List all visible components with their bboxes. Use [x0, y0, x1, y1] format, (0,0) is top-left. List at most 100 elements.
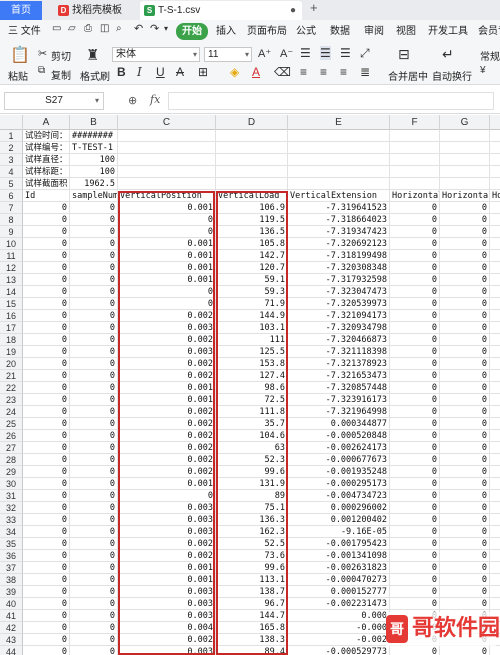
cell[interactable] [440, 166, 490, 178]
cell[interactable]: 0 [390, 478, 440, 490]
cell[interactable]: 0 [390, 310, 440, 322]
formula-input[interactable] [168, 92, 494, 110]
cell[interactable]: 153.8 [216, 358, 288, 370]
cell[interactable]: 0 [490, 406, 500, 418]
cell[interactable]: 0 [23, 646, 70, 655]
cell[interactable]: 0.000 [288, 610, 390, 622]
cell[interactable]: 0 [390, 550, 440, 562]
cell[interactable]: 0 [70, 610, 118, 622]
cell[interactable]: 0.002 [118, 418, 216, 430]
cell[interactable]: -0.001341098 [288, 550, 390, 562]
cell[interactable]: 0 [440, 598, 490, 610]
cell[interactable]: 0 [390, 358, 440, 370]
cell[interactable]: 0 [440, 382, 490, 394]
cell[interactable]: 0 [23, 502, 70, 514]
cell[interactable] [118, 178, 216, 190]
cell[interactable] [490, 178, 500, 190]
cell[interactable]: 0 [440, 274, 490, 286]
cell[interactable]: 0 [23, 466, 70, 478]
cell[interactable]: 0.002 [118, 466, 216, 478]
cell[interactable]: 0 [118, 214, 216, 226]
cell[interactable]: 0 [490, 334, 500, 346]
cell[interactable]: 0 [70, 358, 118, 370]
cell[interactable]: 0 [490, 274, 500, 286]
cell[interactable]: 0 [490, 286, 500, 298]
cell[interactable]: 0 [70, 538, 118, 550]
undo-icon[interactable]: ↶ [134, 22, 143, 35]
cell[interactable]: 131.9 [216, 478, 288, 490]
cell[interactable]: 142.7 [216, 250, 288, 262]
row-header[interactable]: 7 [0, 202, 23, 214]
cell[interactable] [216, 166, 288, 178]
cell[interactable]: -0.000 [288, 622, 390, 634]
cell[interactable]: -0.004734723 [288, 490, 390, 502]
cell[interactable]: 99.6 [216, 562, 288, 574]
cell[interactable]: 125.5 [216, 346, 288, 358]
cell[interactable]: 0 [70, 382, 118, 394]
cell[interactable]: 0 [440, 394, 490, 406]
cell[interactable]: 0 [490, 370, 500, 382]
cell[interactable]: 0 [490, 598, 500, 610]
cell[interactable]: 0 [70, 298, 118, 310]
cell[interactable]: 0 [490, 478, 500, 490]
cell[interactable]: 0 [490, 298, 500, 310]
cell[interactable]: 0 [390, 238, 440, 250]
row-header[interactable]: 4 [0, 166, 23, 178]
cell[interactable]: 0 [390, 526, 440, 538]
cell[interactable]: -0.000529773 [288, 646, 390, 655]
cell[interactable]: 72.5 [216, 394, 288, 406]
row-header[interactable]: 37 [0, 562, 23, 574]
menu-review[interactable]: 审阅 [364, 23, 384, 40]
row-header[interactable]: 31 [0, 490, 23, 502]
cell[interactable]: 0 [490, 550, 500, 562]
cell[interactable]: 0 [440, 466, 490, 478]
cell[interactable]: 0.002 [118, 430, 216, 442]
cell[interactable]: 111.8 [216, 406, 288, 418]
cell[interactable]: 0 [440, 322, 490, 334]
border-icon[interactable]: ⊞ [198, 65, 208, 79]
cell[interactable]: -0.001935248 [288, 466, 390, 478]
cell[interactable]: 144.9 [216, 310, 288, 322]
font-size-select[interactable]: 11 ▾ [204, 47, 252, 62]
cell[interactable]: 0 [23, 322, 70, 334]
menu-member[interactable]: 会员专享 [478, 23, 500, 40]
cell[interactable]: 0 [390, 346, 440, 358]
cell[interactable]: 0 [70, 310, 118, 322]
save-icon[interactable]: ▭ [52, 23, 61, 34]
cell[interactable]: 75.1 [216, 502, 288, 514]
cell[interactable] [288, 166, 390, 178]
row-header[interactable]: 22 [0, 382, 23, 394]
copy-icon[interactable]: ⧉ [38, 65, 45, 76]
cell[interactable]: 0 [390, 298, 440, 310]
cell[interactable]: 0 [440, 586, 490, 598]
cell[interactable]: 0 [440, 526, 490, 538]
column-header-f[interactable]: F [390, 115, 440, 130]
cell[interactable]: 162.3 [216, 526, 288, 538]
tab-template[interactable]: D 找稻壳模板 [54, 1, 136, 20]
row-header[interactable]: 44 [0, 646, 23, 655]
cell[interactable]: 0 [440, 358, 490, 370]
cell[interactable]: 0 [23, 550, 70, 562]
cell[interactable]: 0.001 [118, 478, 216, 490]
increase-font-icon[interactable]: A⁺ [258, 47, 271, 60]
cell[interactable]: 0 [490, 202, 500, 214]
cell[interactable]: -0.002624173 [288, 442, 390, 454]
cell[interactable]: 73.6 [216, 550, 288, 562]
cell[interactable]: 0 [440, 490, 490, 502]
cell[interactable] [118, 130, 216, 142]
cell[interactable]: 0 [70, 334, 118, 346]
cut-button[interactable]: 剪切 [51, 48, 71, 63]
cell[interactable]: 0 [390, 574, 440, 586]
cell[interactable]: 0 [390, 370, 440, 382]
menu-view[interactable]: 视图 [396, 23, 416, 40]
cell[interactable]: 0 [23, 562, 70, 574]
cell[interactable]: 0 [440, 334, 490, 346]
row-header[interactable]: 40 [0, 598, 23, 610]
orientation-icon[interactable]: ⤢ [360, 46, 370, 61]
cell[interactable]: 0.003 [118, 526, 216, 538]
sheet-grid[interactable]: ABCDEFGH 1试验时间：######## 2试样编号：T-TEST-1 3试样… [0, 115, 500, 655]
cell[interactable]: 0 [23, 358, 70, 370]
cell[interactable]: 0 [440, 286, 490, 298]
cell[interactable]: VerticalPosition [118, 190, 216, 202]
cell[interactable]: Hor [490, 190, 500, 202]
